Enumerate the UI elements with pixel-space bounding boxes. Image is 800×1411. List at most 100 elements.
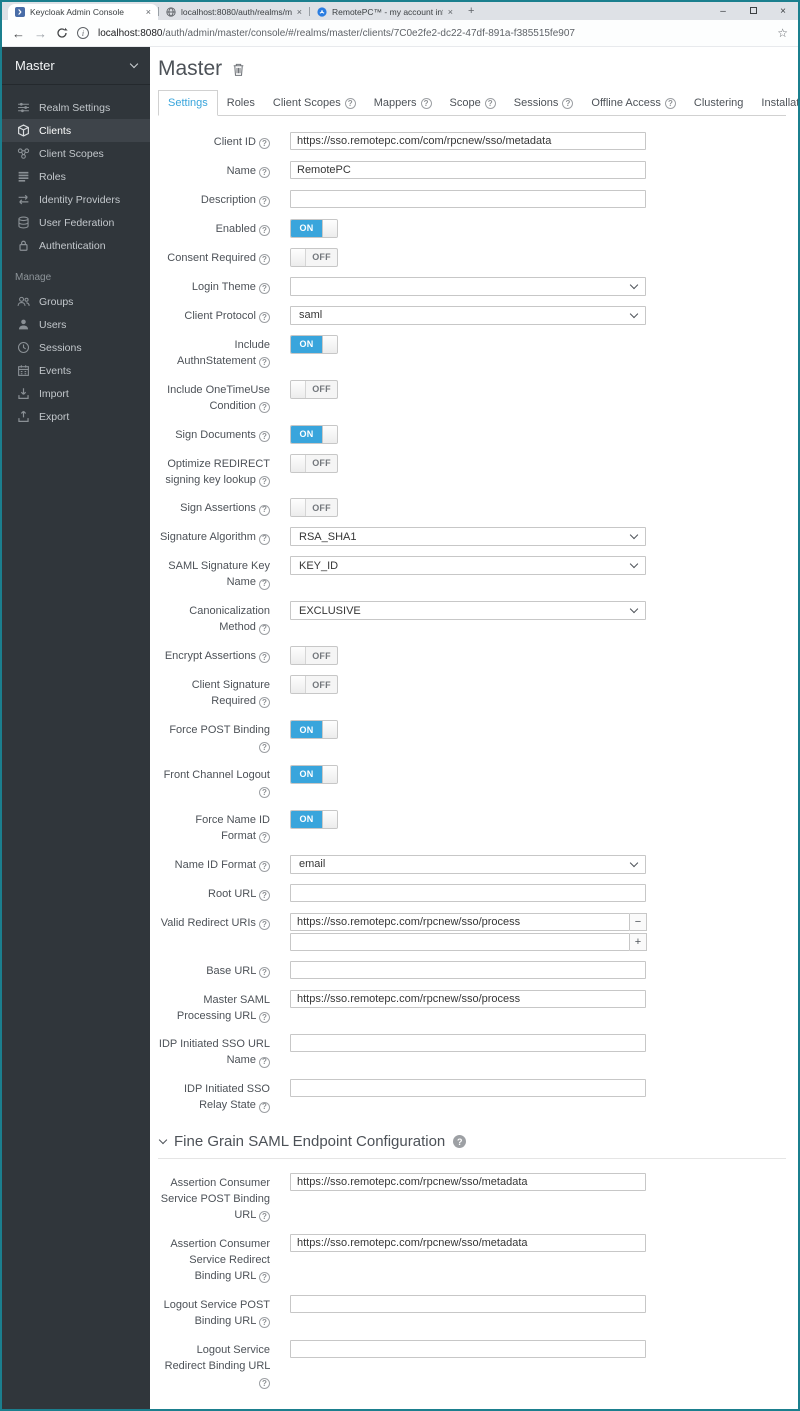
site-info-icon[interactable]: i	[77, 27, 89, 39]
form-row: Include AuthnStatement ? ON	[158, 334, 786, 370]
idp-initiated-sso-relay-state-input[interactable]	[290, 1079, 646, 1098]
name-id-format-select[interactable]: email	[290, 854, 646, 874]
field-label: Assertion Consumer Service Redirect Bind…	[170, 1238, 270, 1282]
field-label: Force POST Binding	[169, 724, 270, 737]
signature-algorithm-select[interactable]: RSA_SHA1	[290, 527, 646, 547]
toggle-state-label: ON	[291, 810, 322, 828]
section-advanced-settings[interactable]: Advanced Settings ?	[158, 1407, 786, 1410]
form-row: Description ?	[158, 189, 786, 209]
form-row: Assertion Consumer Service POST Binding …	[158, 1173, 786, 1224]
help-icon: ?	[259, 623, 270, 635]
idp-initiated-sso-url-name-input[interactable]	[290, 1034, 646, 1053]
form-row: Consent Required ? OFF	[158, 247, 786, 267]
master-saml-processing-url-input[interactable]	[290, 989, 646, 1008]
root-url-input[interactable]	[290, 883, 646, 902]
canonicalization-method-select[interactable]: EXCLUSIVE	[290, 601, 646, 621]
sidebar-item-clients[interactable]: Clients	[2, 119, 150, 142]
description-input[interactable]	[290, 189, 646, 208]
sidebar-item-realm-settings[interactable]: Realm Settings	[2, 96, 150, 119]
tab-settings[interactable]: Settings	[158, 90, 218, 116]
tab-offline-access[interactable]: Offline Access?	[582, 91, 685, 115]
browser-tab-remotepc[interactable]: RemotePC™ - my account infor ×	[310, 4, 460, 20]
sidebar-item-roles[interactable]: Roles	[2, 165, 150, 188]
logout-service-post-binding-url-input[interactable]	[290, 1294, 646, 1313]
browser-tab-localhost[interactable]: localhost:8080/auth/realms/mast ×	[159, 4, 309, 20]
include-authnstatement-toggle[interactable]: ON	[290, 334, 338, 354]
help-icon: ?	[259, 1101, 270, 1113]
client-protocol-select[interactable]: saml	[290, 305, 646, 325]
force-name-id-format-toggle[interactable]: ON	[290, 809, 338, 829]
remove-uri-button[interactable]: −	[630, 912, 647, 931]
sidebar-item-label: Import	[39, 387, 69, 400]
address-bar[interactable]: localhost:8080/auth/admin/master/console…	[98, 28, 768, 39]
field-label: Valid Redirect URIs	[160, 916, 256, 929]
base-url-input[interactable]	[290, 960, 646, 979]
lock-icon	[19, 240, 28, 251]
restore-icon[interactable]	[738, 6, 768, 17]
acs-post-binding-url-input[interactable]	[290, 1173, 646, 1192]
sidebar-item-client-scopes[interactable]: Client Scopes	[2, 142, 150, 165]
chevron-down-icon	[629, 309, 639, 319]
optimize-redirect-toggle[interactable]: OFF	[290, 453, 338, 473]
force-post-binding-toggle[interactable]: ON	[290, 720, 338, 740]
tab-sessions[interactable]: Sessions?	[505, 91, 583, 115]
sidebar-item-authentication[interactable]: Authentication	[2, 234, 150, 257]
sidebar-item-import[interactable]: Import	[2, 382, 150, 405]
login-theme-select[interactable]	[290, 276, 646, 296]
form-row: Enabled ? ON	[158, 218, 786, 238]
sign-assertions-toggle[interactable]: OFF	[290, 498, 338, 518]
sidebar-item-sessions[interactable]: Sessions	[2, 336, 150, 359]
help-icon: ?	[259, 138, 270, 150]
realm-selector[interactable]: Master	[2, 47, 150, 85]
field-label: Signature Algorithm	[159, 531, 256, 544]
add-uri-button[interactable]: +	[630, 932, 647, 951]
acs-redirect-binding-url-input[interactable]	[290, 1234, 646, 1252]
bookmark-star-icon[interactable]: ☆	[777, 26, 788, 40]
toggle-knob	[322, 425, 337, 443]
form-row: Force Name ID Format ? ON	[158, 809, 786, 845]
close-tab-icon[interactable]: ×	[448, 7, 453, 17]
back-icon[interactable]: ←	[12, 26, 25, 41]
name-input[interactable]	[290, 160, 646, 179]
new-redirect-uri-input[interactable]	[290, 932, 630, 951]
sidebar-item-user-federation[interactable]: User Federation	[2, 211, 150, 234]
sidebar-item-identity-providers[interactable]: Identity Providers	[2, 188, 150, 211]
close-tab-icon[interactable]: ×	[297, 7, 302, 17]
tab-clustering[interactable]: Clustering	[685, 91, 753, 115]
sidebar-item-events[interactable]: Events	[2, 359, 150, 382]
tab-scope[interactable]: Scope?	[441, 91, 505, 115]
include-onetimeuse-toggle[interactable]: OFF	[290, 379, 338, 399]
sidebar-item-export[interactable]: Export	[2, 405, 150, 428]
saml-signature-key-name-select[interactable]: KEY_ID	[290, 556, 646, 576]
sidebar-item-groups[interactable]: Groups	[2, 290, 150, 313]
sign-documents-toggle[interactable]: ON	[290, 424, 338, 444]
enabled-toggle[interactable]: ON	[290, 218, 338, 238]
new-tab-button[interactable]: +	[460, 5, 482, 17]
tab-title: RemotePC™ - my account infor	[332, 7, 443, 17]
encrypt-assertions-toggle[interactable]: OFF	[290, 646, 338, 666]
consent-required-toggle[interactable]: OFF	[290, 247, 338, 267]
client-signature-required-toggle[interactable]: OFF	[290, 675, 338, 695]
tab-roles[interactable]: Roles	[218, 91, 264, 115]
tab-client-scopes[interactable]: Client Scopes?	[264, 91, 365, 115]
close-tab-icon[interactable]: ×	[146, 7, 151, 17]
redirect-uri-input[interactable]	[290, 912, 630, 931]
delete-client-button[interactable]	[232, 62, 245, 77]
section-fine-grain-saml[interactable]: Fine Grain SAML Endpoint Configuration ?	[158, 1130, 786, 1160]
minimize-icon[interactable]: –	[708, 6, 738, 17]
remotepc-favicon-icon	[317, 7, 327, 17]
reload-icon[interactable]	[56, 27, 68, 39]
field-label: Canonicalization Method	[189, 605, 270, 634]
tab-installation[interactable]: Installation?	[752, 91, 798, 115]
field-label: Enabled	[215, 222, 256, 235]
forward-icon[interactable]: →	[34, 26, 47, 41]
close-icon[interactable]: ×	[768, 6, 798, 17]
tab-mappers[interactable]: Mappers?	[365, 91, 441, 115]
sidebar-item-users[interactable]: Users	[2, 313, 150, 336]
browser-tab-keycloak[interactable]: Keycloak Admin Console ×	[8, 4, 158, 20]
client-id-input[interactable]	[290, 132, 646, 150]
form-row: Signature Algorithm ? RSA_SHA1	[158, 527, 786, 547]
logout-service-redirect-binding-url-input[interactable]	[290, 1339, 646, 1358]
realm-name: Master	[15, 58, 55, 73]
front-channel-logout-toggle[interactable]: ON	[290, 764, 338, 784]
